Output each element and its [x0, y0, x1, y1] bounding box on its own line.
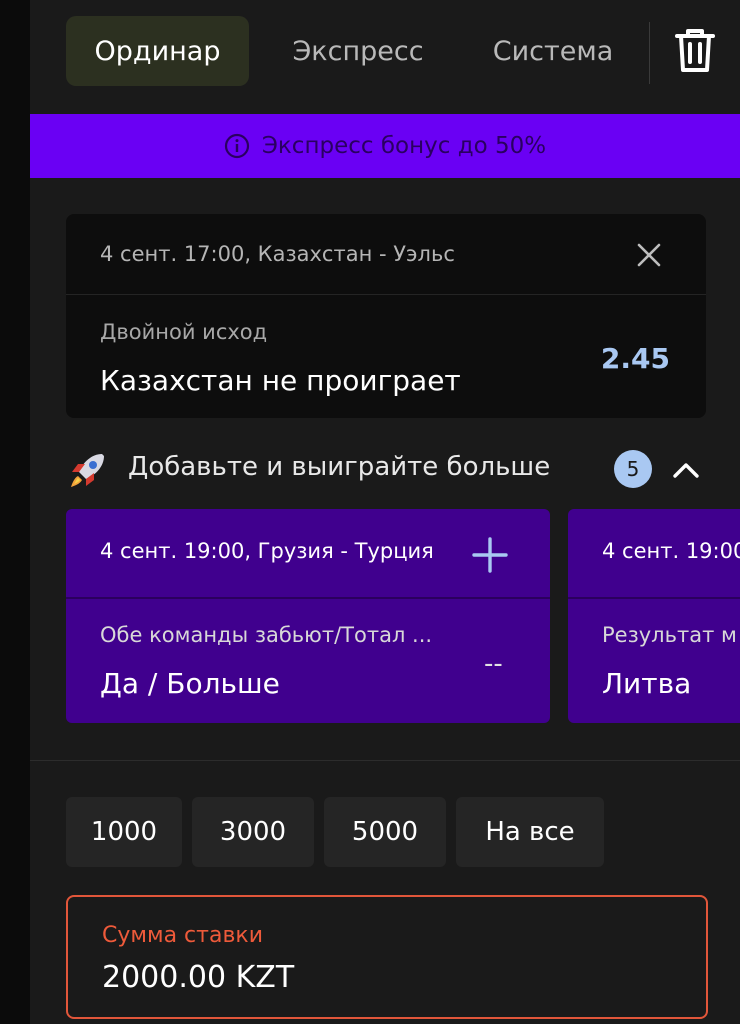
bet-slip-panel: Ординар Экспресс Система Экспресс бонус …	[30, 0, 740, 1024]
suggestion-outcome-label: Да / Больше	[100, 667, 280, 700]
bet-odds-value: 2.45	[600, 342, 670, 375]
trash-icon	[675, 29, 715, 72]
clear-slip-button[interactable]	[668, 22, 722, 78]
bet-outcome-label: Казахстан не проиграет	[100, 364, 461, 397]
bet-selection-card: 4 сент. 17:00, Казахстан - Уэльс Двойной…	[66, 214, 706, 418]
close-icon	[637, 243, 661, 267]
chevron-up-icon	[673, 463, 699, 478]
bet-market-label: Двойной исход	[100, 320, 268, 344]
suggestion-card-divider	[66, 597, 550, 599]
quick-amount-5000-button[interactable]: 5000	[324, 797, 446, 867]
quick-amount-3000-button[interactable]: 3000	[192, 797, 314, 867]
suggestion-card-divider	[568, 597, 740, 599]
stake-amount-field[interactable]: Сумма ставки	[66, 895, 708, 1019]
bet-event-label: 4 сент. 17:00, Казахстан - Уэльс	[100, 242, 455, 266]
suggestion-event-label: 4 сент. 19:00	[602, 539, 740, 563]
quick-amount-all-button[interactable]: На все	[456, 797, 604, 867]
suggestion-card[interactable]: 4 сент. 19:00, Грузия - Турция Обе коман…	[66, 509, 550, 723]
add-suggestion-button[interactable]	[470, 535, 510, 575]
stake-input[interactable]	[102, 957, 662, 997]
collapse-suggestions-button[interactable]	[666, 450, 706, 490]
bet-slip-page: Ординар Экспресс Система Экспресс бонус …	[0, 0, 740, 1024]
tabs-divider	[649, 22, 650, 84]
rocket-icon	[71, 454, 104, 487]
suggestion-event-label: 4 сент. 19:00, Грузия - Турция	[100, 539, 434, 563]
suggestion-market-label: Результат м	[602, 623, 737, 647]
section-divider	[30, 760, 740, 761]
quick-amount-1000-button[interactable]: 1000	[66, 797, 182, 867]
bet-type-tabs: Ординар Экспресс Система	[30, 0, 740, 104]
bet-card-divider	[66, 294, 706, 295]
bonus-banner-text: Экспресс бонус до 50%	[261, 133, 547, 159]
info-icon	[224, 133, 249, 159]
suggestions-header: Добавьте и выиграйте больше 5	[66, 444, 706, 496]
tab-single[interactable]: Ординар	[66, 16, 249, 86]
suggestion-odds-value: --	[484, 649, 503, 679]
tab-express[interactable]: Экспресс	[278, 16, 438, 86]
suggestions-count-badge: 5	[614, 450, 652, 488]
stake-label: Сумма ставки	[102, 923, 263, 948]
remove-bet-button[interactable]	[632, 238, 666, 272]
plus-icon	[472, 537, 508, 573]
left-edge-strip	[0, 0, 30, 1024]
suggestion-market-label: Обе команды забьют/Тотал ...	[100, 623, 433, 647]
tab-system[interactable]: Система	[478, 16, 628, 86]
suggestion-card[interactable]: 4 сент. 19:00 Результат м Литва	[568, 509, 740, 723]
suggestion-outcome-label: Литва	[602, 667, 692, 700]
express-bonus-banner[interactable]: Экспресс бонус до 50%	[30, 114, 740, 178]
suggestions-title: Добавьте и выиграйте больше	[128, 452, 551, 482]
